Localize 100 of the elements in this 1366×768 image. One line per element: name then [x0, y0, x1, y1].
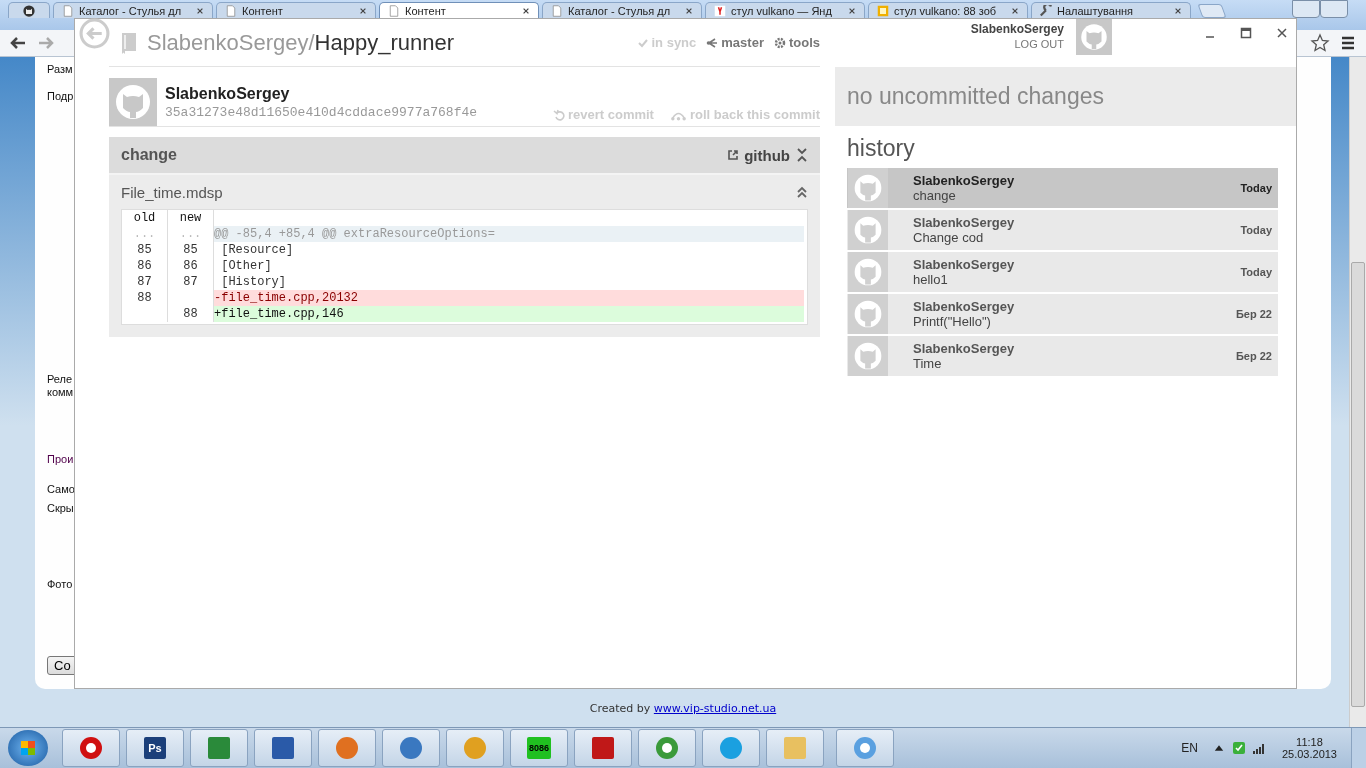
code-line: [Resource]: [220, 242, 295, 258]
expand-icon[interactable]: [796, 147, 808, 163]
account-name: SlabenkoSergey: [970, 22, 1064, 36]
app-icon: [269, 734, 297, 762]
scroll-thumb[interactable]: [1351, 262, 1365, 707]
footer-link[interactable]: www.vip-studio.net.ua: [653, 701, 777, 715]
taskbar-app[interactable]: [190, 729, 248, 767]
avatar-icon: [847, 210, 889, 250]
app-icon: [461, 734, 489, 762]
external-link-icon: [727, 149, 740, 161]
commit-author: SlabenkoSergey: [913, 215, 1015, 230]
scrollbar[interactable]: [1349, 57, 1366, 727]
collapse-icon[interactable]: [796, 184, 808, 200]
line-number: 86: [122, 258, 168, 274]
taskbar-app[interactable]: 8086: [510, 729, 568, 767]
signal-icon[interactable]: [1251, 741, 1266, 755]
cat-icon: [23, 4, 35, 17]
commit-author: SlabenkoSergey: [165, 84, 291, 103]
form-label: Прои: [47, 453, 74, 466]
status-link[interactable]: tools: [773, 35, 820, 50]
commit-date: Бер 22: [1235, 308, 1272, 320]
changes-status: no uncommitted changes: [847, 83, 1104, 110]
commit-message: hello1: [913, 272, 949, 287]
history-item[interactable]: SlabenkoSergey change Today: [847, 168, 1278, 208]
taskbar-app[interactable]: [382, 729, 440, 767]
commit-date: Today: [1240, 266, 1272, 278]
book-icon: [121, 31, 137, 54]
code-line: [Other]: [220, 258, 273, 274]
file-name: File_time.mdsp: [121, 183, 223, 201]
taskbar-app[interactable]: Ps: [126, 729, 184, 767]
image-icon: [877, 4, 889, 17]
form-label: Фото: [47, 578, 73, 591]
logout-link[interactable]: LOG OUT: [1014, 38, 1064, 50]
taskbar-app[interactable]: [574, 729, 632, 767]
minimize-button[interactable]: [1292, 0, 1320, 18]
history-item[interactable]: SlabenkoSergey Change cod Today: [847, 210, 1278, 250]
close-icon[interactable]: [848, 6, 856, 15]
history-heading: history: [847, 135, 916, 162]
commit-date: Бер 22: [1235, 350, 1272, 362]
app-icon: [77, 734, 105, 762]
browser-tab[interactable]: Налаштування: [1031, 2, 1191, 18]
close-icon[interactable]: [1276, 27, 1288, 39]
browser-tab[interactable]: Контент: [379, 2, 539, 18]
status-link[interactable]: master: [706, 35, 764, 50]
line-number: 85: [122, 242, 168, 258]
browser-tab[interactable]: стул vulkano: 88 зоб: [868, 2, 1028, 18]
commit-author: SlabenkoSergey: [913, 173, 1015, 188]
form-label: Реле: [47, 373, 73, 386]
close-icon[interactable]: [1174, 6, 1182, 15]
avatar-icon: [847, 168, 889, 208]
language-indicator[interactable]: EN: [1181, 741, 1198, 755]
letter-icon: [714, 4, 726, 17]
app-icon: [851, 734, 879, 762]
app-icon: [333, 734, 361, 762]
clock[interactable]: 11:18 25.03.2013: [1281, 736, 1337, 760]
taskbar-app[interactable]: [836, 729, 894, 767]
code-line: [History]: [220, 274, 287, 290]
app-icon: [717, 734, 745, 762]
close-icon[interactable]: [1011, 6, 1019, 15]
commit-date: Today: [1240, 182, 1272, 194]
close-icon[interactable]: [196, 6, 204, 15]
taskbar-app[interactable]: [62, 729, 120, 767]
close-icon[interactable]: [522, 6, 530, 15]
browser-tab[interactable]: Каталог - Стулья дл: [542, 2, 702, 18]
history-item[interactable]: SlabenkoSergey Printf("Hello") Бер 22: [847, 294, 1278, 334]
shield-icon[interactable]: [1231, 741, 1246, 755]
app-icon: [397, 734, 425, 762]
taskbar-app[interactable]: [254, 729, 312, 767]
form-label: Подр: [47, 90, 74, 103]
commit-message: Printf("Hello"): [913, 314, 992, 329]
form-label: Скры: [47, 502, 74, 515]
app-icon: [781, 734, 809, 762]
history-item[interactable]: SlabenkoSergey hello1 Today: [847, 252, 1278, 292]
close-icon[interactable]: [359, 6, 367, 15]
taskbar-app[interactable]: [318, 729, 376, 767]
browser-tab[interactable]: стул vulkano — Янд: [705, 2, 865, 18]
browser-tab[interactable]: Каталог - Стулья дл: [53, 2, 213, 18]
avatar-icon: [847, 294, 889, 334]
commit-author: SlabenkoSergey: [913, 341, 1015, 356]
start-button[interactable]: [8, 730, 48, 766]
history-item[interactable]: SlabenkoSergey Time Бер 22: [847, 336, 1278, 376]
restore-button[interactable]: [1320, 0, 1348, 18]
avatar-icon: [847, 336, 889, 376]
taskbar-app[interactable]: [638, 729, 696, 767]
github-link[interactable]: github: [727, 146, 790, 164]
line-number: 88: [122, 290, 168, 306]
close-icon[interactable]: [685, 6, 693, 15]
line-number: 87: [122, 274, 168, 290]
app-icon: [653, 734, 681, 762]
branch-icon: [706, 36, 719, 49]
form-label: Само: [47, 483, 75, 496]
taskbar-app[interactable]: [702, 729, 760, 767]
avatar-icon: [109, 78, 157, 126]
column-header: new: [168, 210, 214, 226]
browser-tab[interactable]: Контент: [216, 2, 376, 18]
line-number: ...: [122, 226, 168, 242]
pinned-tab[interactable]: [8, 2, 50, 18]
app-icon: [589, 734, 617, 762]
star-icon[interactable]: [1310, 33, 1330, 53]
maximize-icon[interactable]: [1240, 27, 1252, 39]
